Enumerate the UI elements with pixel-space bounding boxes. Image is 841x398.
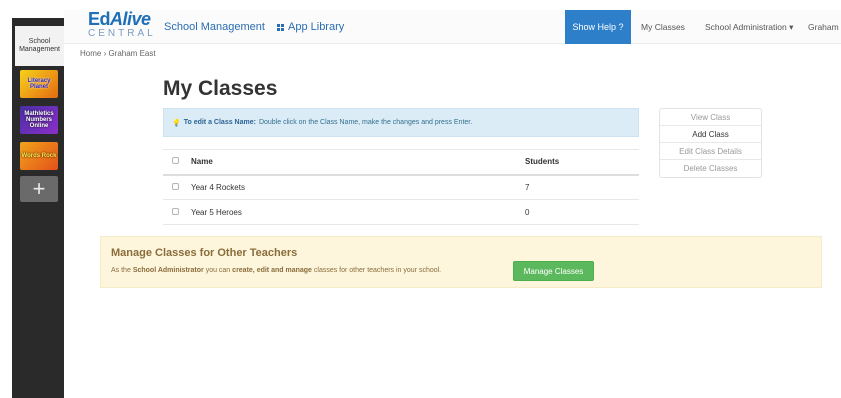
app-dock: School Management Literacy Planet Mathle…	[12, 18, 64, 398]
dock-app-literacy-planet[interactable]: Literacy Planet	[20, 70, 58, 98]
logo-ed: Ed	[88, 9, 111, 29]
dock-item-label: School Management	[19, 38, 60, 53]
table-row[interactable]: Year 4 Rockets 7	[163, 174, 639, 200]
show-help-button[interactable]: Show Help ?	[565, 10, 631, 44]
delete-classes-button[interactable]: Delete Classes	[660, 160, 761, 177]
nav-user-menu[interactable]: Graham	[808, 22, 839, 32]
dock-app-logo: Words Rock	[21, 153, 57, 159]
add-class-button[interactable]: Add Class	[660, 126, 761, 143]
manage-text-part: As the	[111, 267, 131, 274]
header-students[interactable]: Students	[525, 149, 639, 176]
app-library-label: App Library	[288, 21, 345, 33]
manage-classes-panel: Manage Classes for Other Teachers As the…	[100, 236, 822, 288]
manage-classes-button[interactable]: Manage Classes	[513, 261, 594, 281]
student-count: 0	[525, 199, 639, 225]
info-bold-text: To edit a Class Name:	[183, 119, 256, 126]
row-checkbox[interactable]	[172, 207, 179, 215]
class-actions-list: View Class Add Class Edit Class Details …	[659, 108, 762, 178]
row-check-cell	[163, 174, 191, 200]
table-header-row: Name Students	[163, 149, 639, 176]
nav-school-administration[interactable]: School Administration ▾	[705, 22, 793, 33]
manage-panel-text: As the School Administrator you can crea…	[111, 267, 441, 274]
logo-central: CENTRAL	[88, 28, 156, 39]
dock-app-logo: Literacy Planet	[27, 78, 51, 90]
dock-app-logo: Mathletics Numbers Online	[24, 111, 54, 129]
breadcrumb[interactable]: Home › Graham East	[80, 49, 156, 58]
logo-alive: Alive	[110, 9, 151, 29]
add-app-button[interactable]: +	[20, 176, 58, 202]
page-title: My Classes	[163, 77, 278, 100]
manage-text-part: you can	[205, 267, 231, 274]
dock-app-mathletics[interactable]: Mathletics Numbers Online	[20, 106, 58, 134]
student-count: 7	[525, 174, 639, 200]
edit-class-details-button[interactable]: Edit Class Details	[660, 143, 761, 160]
app-library-link[interactable]: App Library	[277, 21, 344, 33]
dock-app-words-rock[interactable]: Words Rock	[20, 142, 58, 170]
app-title-link[interactable]: School Management	[164, 21, 265, 33]
class-name[interactable]: Year 4 Rockets	[191, 174, 525, 200]
page: School Management Literacy Planet Mathle…	[0, 0, 841, 398]
nav-my-classes[interactable]: My Classes	[641, 22, 685, 32]
classes-table: Name Students Year 4 Rockets 7 Year 5 He…	[163, 149, 639, 225]
plus-icon: +	[32, 176, 46, 201]
row-check-cell	[163, 199, 191, 225]
class-name[interactable]: Year 5 Heroes	[191, 199, 525, 225]
table-row[interactable]: Year 5 Heroes 0	[163, 199, 639, 225]
select-all-checkbox[interactable]	[172, 157, 179, 165]
top-navbar: EdAlive CENTRAL School Management App Li…	[64, 10, 841, 44]
row-checkbox[interactable]	[172, 182, 179, 190]
bulb-icon: 💡	[172, 119, 181, 127]
info-alert: 💡 To edit a Class Name: Double click on …	[163, 108, 639, 137]
view-class-button[interactable]: View Class	[660, 109, 761, 126]
info-text: Double click on the Class Name, make the…	[258, 119, 473, 126]
manage-verbs: create, edit and manage	[232, 267, 312, 274]
dock-item-school-management[interactable]: School Management	[12, 26, 64, 66]
grid-icon	[277, 23, 284, 31]
manage-text-part: classes for other teachers in your schoo…	[313, 267, 442, 274]
header-name[interactable]: Name	[191, 149, 525, 176]
manage-panel-title: Manage Classes for Other Teachers	[111, 247, 298, 259]
manage-role: School Administrator	[132, 267, 204, 274]
edalive-logo[interactable]: EdAlive	[88, 9, 151, 29]
select-all-cell	[163, 149, 191, 176]
